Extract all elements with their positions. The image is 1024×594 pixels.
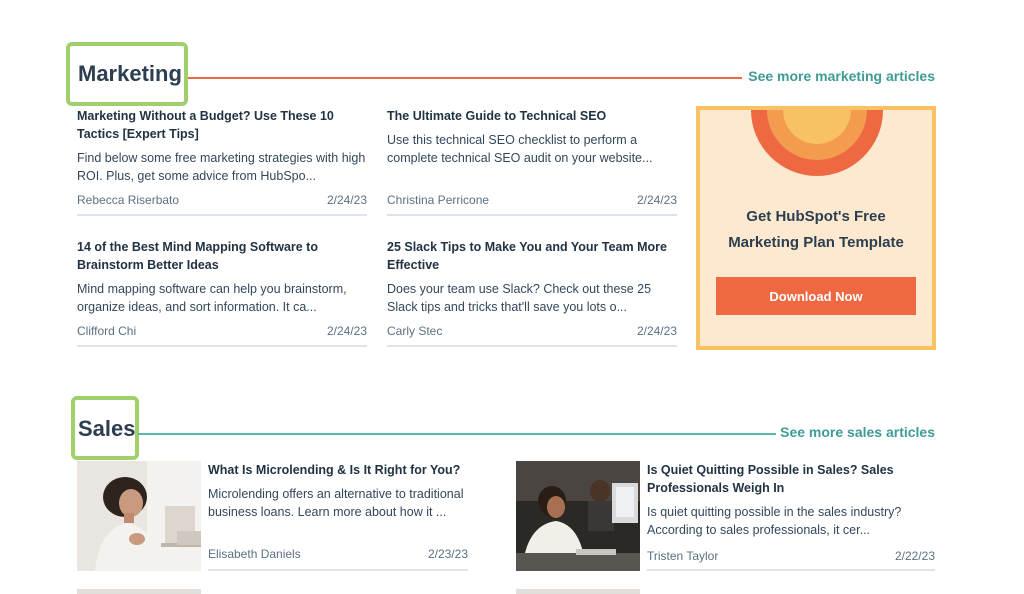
article-title[interactable]: The Ultimate Guide to Technical SEO xyxy=(387,107,677,125)
article-author[interactable]: Christina Perricone xyxy=(387,193,489,207)
see-more-sales-link[interactable]: See more sales articles xyxy=(780,424,935,440)
marketing-section-title: Marketing xyxy=(78,61,182,86)
promo-title: Get HubSpot's Free Marketing Plan Templa… xyxy=(700,204,932,256)
marketing-plan-promo: Get HubSpot's Free Marketing Plan Templa… xyxy=(696,106,936,350)
article-title[interactable]: Is Quiet Quitting Possible in Sales? Sal… xyxy=(647,461,935,497)
article-author[interactable]: Clifford Chi xyxy=(77,324,136,338)
article-title[interactable]: What Is Microlending & Is It Right for Y… xyxy=(208,461,468,479)
marketing-section-divider xyxy=(188,77,742,79)
article-date: 2/24/23 xyxy=(636,324,677,338)
article-description: Find below some free marketing strategie… xyxy=(77,151,366,183)
sales-section-divider xyxy=(138,433,776,435)
sales-article-card[interactable]: What Is Microlending & Is It Right for Y… xyxy=(77,461,468,571)
article-description: Mind mapping software can help you brain… xyxy=(77,282,347,314)
article-description: Microlending offers an alternative to tr… xyxy=(208,487,464,519)
article-date: 2/24/23 xyxy=(326,324,367,338)
article-card[interactable]: 25 Slack Tips to Make You and Your Team … xyxy=(387,238,677,348)
article-title[interactable]: 14 of the Best Mind Mapping Software to … xyxy=(77,238,367,274)
article-date: 2/23/23 xyxy=(427,547,468,561)
article-date: 2/24/23 xyxy=(326,193,367,207)
article-date: 2/24/23 xyxy=(636,193,677,207)
article-title[interactable]: 25 Slack Tips to Make You and Your Team … xyxy=(387,238,677,274)
download-now-button[interactable]: Download Now xyxy=(716,277,916,315)
woman-smiling-at-laptop-photo-icon[interactable] xyxy=(77,461,201,571)
next-row-thumbnail xyxy=(516,589,640,594)
article-divider xyxy=(387,345,677,347)
article-author[interactable]: Rebecca Riserbato xyxy=(77,193,179,207)
see-more-marketing-link[interactable]: See more marketing articles xyxy=(748,68,935,84)
article-author[interactable]: Carly Stec xyxy=(387,324,442,338)
article-card[interactable]: The Ultimate Guide to Technical SEO Use … xyxy=(387,107,677,217)
article-description: Is quiet quitting possible in the sales … xyxy=(647,505,902,537)
sunburst-graphic-icon xyxy=(751,110,883,176)
article-card[interactable]: Marketing Without a Budget? Use These 10… xyxy=(77,107,367,217)
article-title[interactable]: Marketing Without a Budget? Use These 10… xyxy=(77,107,367,143)
office-workers-at-computers-photo-icon[interactable] xyxy=(516,461,640,571)
sales-section-title: Sales xyxy=(78,416,136,441)
promo-title-line1: Get HubSpot's Free xyxy=(746,208,886,225)
sales-article-card[interactable]: Is Quiet Quitting Possible in Sales? Sal… xyxy=(516,461,935,571)
next-row-thumbnail xyxy=(77,589,201,594)
article-description: Does your team use Slack? Check out thes… xyxy=(387,282,652,314)
article-divider xyxy=(77,345,367,347)
article-divider xyxy=(208,569,468,571)
article-card[interactable]: 14 of the Best Mind Mapping Software to … xyxy=(77,238,367,348)
article-divider xyxy=(77,214,367,216)
article-author[interactable]: Tristen Taylor xyxy=(647,549,718,563)
article-date: 2/22/23 xyxy=(894,549,935,563)
article-divider xyxy=(387,214,677,216)
article-description: Use this technical SEO checklist to perf… xyxy=(387,133,653,165)
promo-title-line2: Marketing Plan Template xyxy=(728,234,904,251)
article-divider xyxy=(647,569,935,571)
article-author[interactable]: Elisabeth Daniels xyxy=(208,547,301,561)
